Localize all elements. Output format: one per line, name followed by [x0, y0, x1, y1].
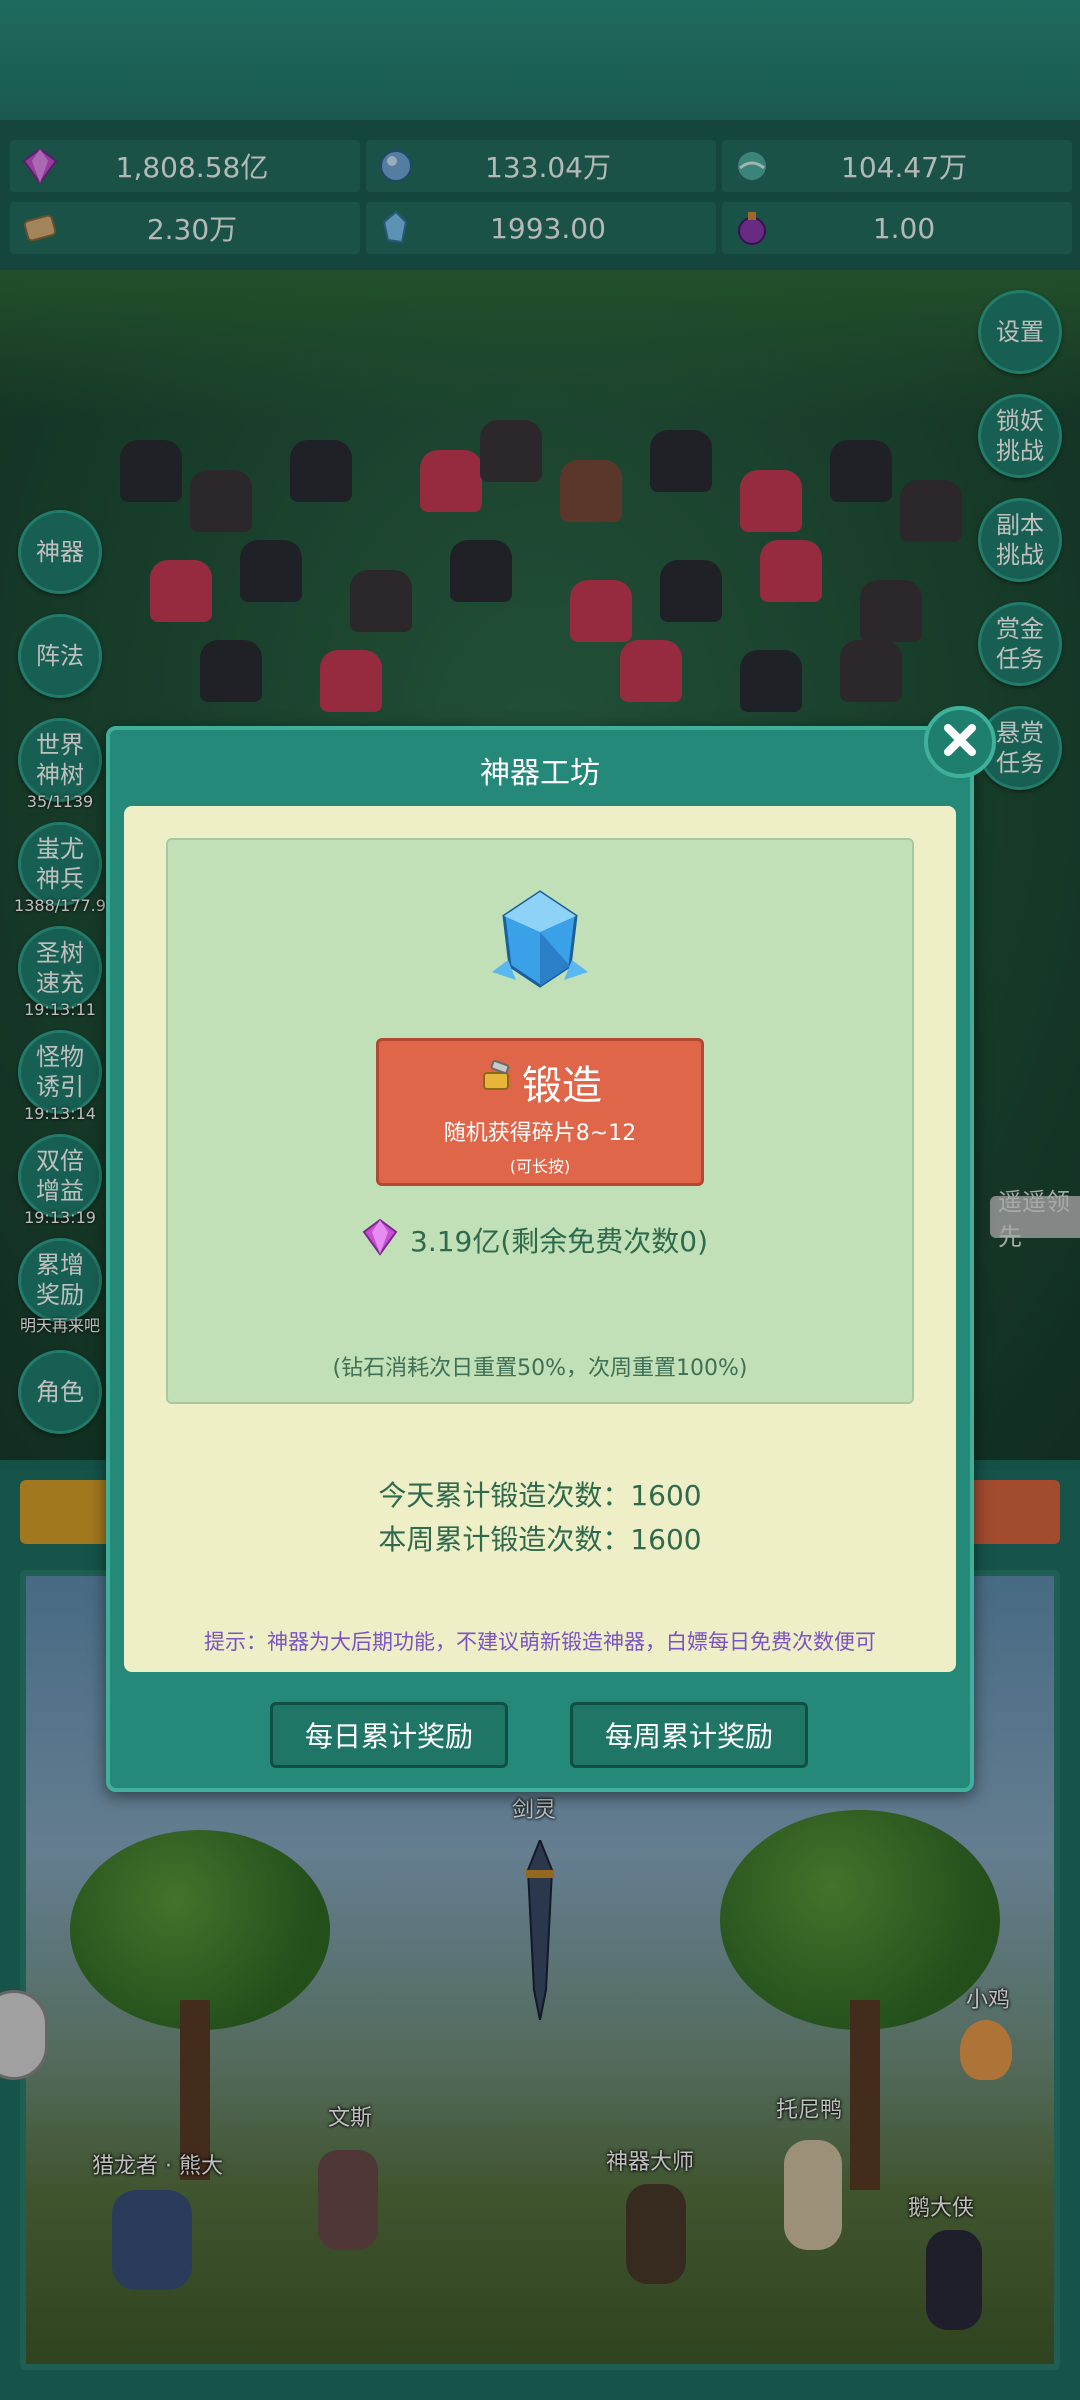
forge-hammer-icon: [478, 1059, 514, 1105]
dialog-title: 神器工坊: [480, 756, 600, 791]
forge-hint: (可长按): [509, 1157, 571, 1176]
close-button[interactable]: [924, 706, 996, 778]
reset-note: (钻石消耗次日重置50%，次周重置100%): [332, 1356, 748, 1381]
forge-cost: 3.19亿(剩余免费次数0): [360, 1218, 760, 1262]
forge-subtitle: 随机获得碎片8~12: [443, 1121, 637, 1146]
forge-label: 锻造: [522, 1063, 602, 1109]
cost-text: 3.19亿(剩余免费次数0): [410, 1225, 709, 1258]
forge-button[interactable]: 锻造 随机获得碎片8~12 (可长按): [376, 1038, 704, 1186]
today-forge-count: 今天累计锻造次数：1600: [378, 1479, 702, 1512]
daily-reward-button[interactable]: 每日累计奖励: [270, 1702, 508, 1768]
artifact-crystal-icon: [478, 880, 602, 1004]
purple-gem-icon: [360, 1217, 400, 1264]
weekly-reward-button[interactable]: 每周累计奖励: [570, 1702, 808, 1768]
close-icon: [940, 720, 980, 764]
week-forge-count: 本周累计锻造次数：1600: [378, 1523, 702, 1556]
forge-title: 锻造: [379, 1053, 701, 1111]
tip-text: 提示：神器为大后期功能，不建议萌新锻造神器，白嫖每日免费次数便可: [204, 1630, 876, 1654]
